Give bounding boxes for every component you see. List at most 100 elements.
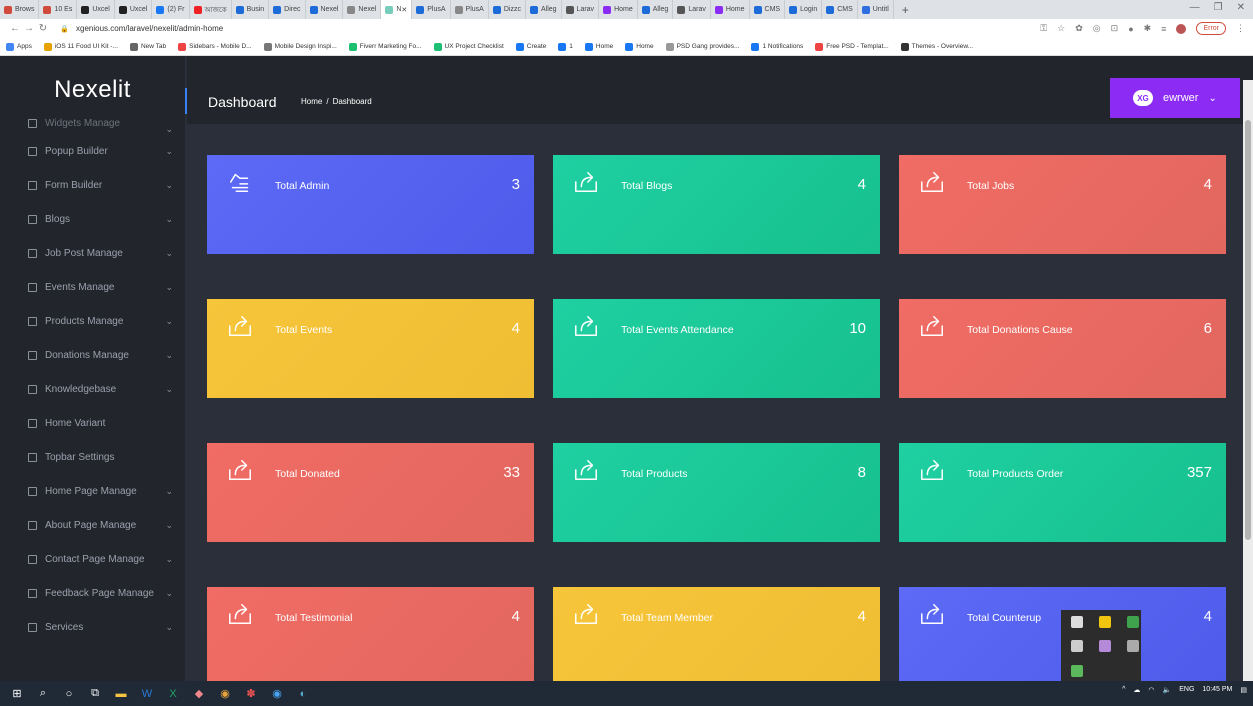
file-explorer-icon[interactable]: ▬ (114, 687, 128, 701)
sidebar-item[interactable]: Popup Builder ⌄ (0, 134, 185, 168)
sidebar-item[interactable]: Services ⌄ (0, 610, 185, 644)
browser-tab[interactable]: Uxcel (115, 0, 153, 19)
browser-tab[interactable]: PlusA (451, 0, 489, 19)
browser-tab[interactable]: Alleg (526, 0, 562, 19)
browser-tab[interactable]: Larav (673, 0, 711, 19)
bookmark-item[interactable]: 1 Notifications (751, 42, 803, 51)
cloud-icon[interactable]: ☁ (1133, 686, 1140, 694)
browser-tab[interactable]: CMS (822, 0, 858, 19)
stat-card[interactable]: Total Admin 3 (207, 155, 534, 254)
browser-tab[interactable]: (2) Fr (152, 0, 190, 19)
chrome-icon[interactable]: ◉ (270, 687, 284, 701)
browser-tab[interactable]: Home (599, 0, 638, 19)
sidebar-item[interactable]: Feedback Page Manage ⌄ (0, 576, 185, 610)
stat-card[interactable]: Total Testimonial 4 (207, 587, 534, 686)
sidebar-item[interactable]: Widgets Manage ⌄ (0, 112, 185, 134)
browser-tab[interactable]: Busin (232, 0, 270, 19)
bookmark-item[interactable]: Themes - Overview... (900, 42, 973, 51)
stat-card[interactable]: Total Events Attendance 10 (553, 299, 880, 398)
stat-card[interactable]: Total Blogs 4 (553, 155, 880, 254)
stat-card[interactable]: Total Products 8 (553, 443, 880, 542)
playlist-icon[interactable]: ≡ (1161, 24, 1166, 34)
sidebar-item[interactable]: Topbar Settings (0, 440, 185, 474)
clock[interactable]: 10:45 PM (1202, 685, 1232, 694)
bookmark-item[interactable]: 1 (558, 42, 573, 51)
browser-tab[interactable]: CMS (750, 0, 786, 19)
url-field[interactable]: xgenious.com/laravel/nexelit/admin-home (76, 24, 223, 33)
sidebar-item[interactable]: Contact Page Manage ⌄ (0, 542, 185, 576)
wifi-icon[interactable]: ◠ (1148, 686, 1154, 694)
browser-tab[interactable]: Larav (562, 0, 600, 19)
reload-icon[interactable]: ↻ (36, 23, 50, 34)
extension-icon[interactable]: ✿ (1075, 23, 1083, 34)
word-icon[interactable]: W (140, 687, 154, 701)
sidebar-item[interactable]: Home Variant (0, 406, 185, 440)
sidebar-item[interactable]: Knowledgebase ⌄ (0, 372, 185, 406)
windows-start-icon[interactable]: ⊞ (10, 687, 24, 701)
bookmark-item[interactable]: PSD Gang provides... (665, 42, 739, 51)
tray-app-icon[interactable] (1071, 664, 1083, 677)
sidebar-item[interactable]: Form Builder ⌄ (0, 168, 185, 202)
language-indicator[interactable]: ENG (1179, 686, 1194, 693)
bookmark-item[interactable]: Apps (6, 42, 32, 51)
close-icon[interactable]: ✕ (1237, 2, 1245, 13)
bookmark-item[interactable]: Fiverr Marketing Fo... (348, 42, 422, 51)
browser-tab[interactable]: PlusA (412, 0, 451, 19)
stat-card[interactable]: Total Donations Cause 6 (899, 299, 1226, 398)
chevron-up-icon[interactable]: ^ (1122, 686, 1125, 693)
browser-tab[interactable]: Uxcel (77, 0, 115, 19)
sidebar-item[interactable]: Home Page Manage ⌄ (0, 474, 185, 508)
stat-card[interactable]: Total Jobs 4 (899, 155, 1226, 254)
browser-tab[interactable]: Alleg (638, 0, 674, 19)
bookmark-item[interactable]: Home (625, 42, 654, 51)
tab-close-icon[interactable]: ✕ (401, 6, 407, 14)
browser-tab[interactable]: Nexel (343, 0, 382, 19)
menu-dots-icon[interactable]: ⋮ (1236, 23, 1245, 34)
sidebar-item[interactable]: About Page Manage ⌄ (0, 508, 185, 542)
stat-card[interactable]: Total Events 4 (207, 299, 534, 398)
lock-icon[interactable]: 🔒 (60, 25, 69, 33)
browser-tab[interactable]: 10 Es (39, 0, 78, 19)
minimize-icon[interactable]: — (1190, 2, 1200, 13)
profile-avatar-icon[interactable] (1176, 23, 1187, 34)
figma-icon[interactable]: ✽ (244, 687, 258, 701)
forward-icon[interactable]: → (22, 23, 36, 34)
sidebar-item[interactable]: Blogs ⌄ (0, 202, 185, 236)
chrome-icon[interactable]: ◉ (218, 687, 232, 701)
photoshop-icon[interactable]: ◆ (192, 687, 206, 701)
browser-tab[interactable]: Login (785, 0, 823, 19)
browser-tab[interactable]: Brows (0, 0, 40, 19)
browser-tab[interactable]: Dizzc (489, 0, 526, 19)
notification-icon[interactable]: ▤ (1240, 686, 1247, 694)
sidebar-item[interactable]: Job Post Manage ⌄ (0, 236, 185, 270)
task-view-icon[interactable]: ⧉ (88, 687, 102, 701)
bookmark-item[interactable]: UX Project Checklist (433, 42, 504, 51)
bookmark-item[interactable]: Sidebars - Mobile D... (178, 42, 252, 51)
sidebar-item[interactable]: Events Manage ⌄ (0, 270, 185, 304)
page-scrollbar[interactable] (1243, 80, 1253, 681)
bookmark-item[interactable]: Mobile Design Inspi... (263, 42, 337, 51)
sidebar-item[interactable]: Donations Manage ⌄ (0, 338, 185, 372)
browser-tab[interactable]: Home (711, 0, 750, 19)
back-icon[interactable]: ← (8, 23, 22, 34)
browser-tab[interactable]: আজকে (190, 0, 232, 19)
app-icon[interactable]: ◐ (296, 687, 310, 701)
puzzle-icon[interactable]: ✱ (1144, 23, 1152, 34)
tray-app-icon[interactable] (1099, 640, 1111, 653)
extension-icon[interactable]: ◎ (1093, 23, 1101, 34)
tray-app-icon[interactable] (1127, 616, 1139, 628)
breadcrumb-home[interactable]: Home (301, 97, 322, 106)
excel-icon[interactable]: X (166, 687, 180, 701)
star-icon[interactable]: ☆ (1057, 23, 1065, 34)
browser-tab[interactable]: N ✕ (381, 0, 413, 19)
cortana-icon[interactable]: ○ (62, 687, 76, 701)
browser-tab[interactable]: Nexel (306, 0, 344, 19)
stat-card[interactable]: Total Donated 33 (207, 443, 534, 542)
restore-icon[interactable]: ❐ (1214, 2, 1223, 13)
stat-card[interactable]: Total Products Order 357 (899, 443, 1226, 542)
new-tab-icon[interactable]: + (894, 3, 917, 17)
bookmark-item[interactable]: Home (584, 42, 613, 51)
bookmark-item[interactable]: Create (515, 42, 546, 51)
search-icon[interactable]: ⌕ (36, 687, 50, 701)
extension-icon[interactable]: ● (1128, 24, 1133, 34)
